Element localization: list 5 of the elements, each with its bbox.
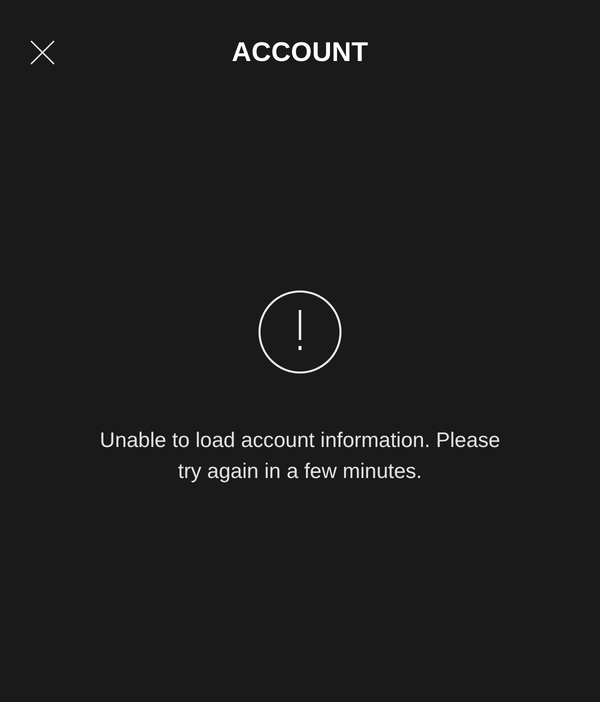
page-title: ACCOUNT (232, 38, 368, 66)
close-icon (30, 40, 54, 64)
alert-circle-icon (258, 290, 342, 374)
error-message: Unable to load account information. Please try again in a few minutes. (98, 428, 502, 485)
close-button[interactable] (29, 39, 55, 65)
